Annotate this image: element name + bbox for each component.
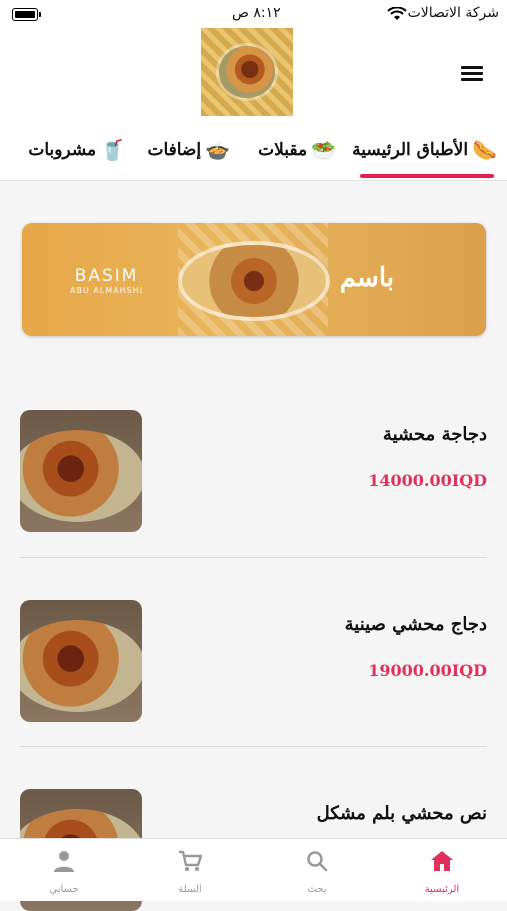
restaurant-logo	[201, 28, 293, 116]
restaurant-banner: BASIM ABU ALMAHSHI باسم	[22, 223, 486, 336]
divider	[20, 746, 487, 747]
nav-cart-label: السلة	[178, 884, 202, 895]
cart-icon	[179, 850, 203, 871]
nav-account[interactable]: حسابي	[24, 839, 104, 899]
salad-icon: 🥗	[311, 138, 336, 162]
product-card[interactable]: دجاجة محشية 14000.00IQD	[20, 410, 487, 532]
carrier-label: شركة الاتصالات	[407, 5, 499, 21]
cup-icon: 🥤	[100, 138, 125, 162]
nav-search-label: بحث	[307, 884, 327, 895]
status-bar: شركة الاتصالات ٨:١٢ ص	[0, 0, 507, 28]
product-name: نص محشي بلم مشكل	[316, 803, 487, 824]
nav-account-label: حسابي	[49, 884, 79, 895]
tab-label: مشروبات	[28, 140, 97, 160]
banner-brand-en: BASIM ABU ALMAHSHI	[70, 266, 143, 295]
banner-subtitle: ABU ALMAHSHI	[70, 286, 144, 295]
product-image	[20, 410, 142, 532]
home-icon	[431, 851, 453, 871]
banner-food-image	[182, 245, 326, 317]
product-name: دجاجة محشية	[382, 424, 487, 445]
bowl-icon: 🍲	[205, 138, 230, 162]
product-card[interactable]: دجاج محشي صينية 19000.00IQD	[20, 600, 487, 722]
active-tab-indicator	[360, 174, 494, 178]
sausage-icon: 🌭	[472, 138, 497, 162]
app-header	[0, 28, 507, 122]
bottom-navigation: الرئيسية بحث السلة حسابي	[0, 838, 507, 901]
tab-label: الأطباق الرئيسية	[352, 140, 469, 160]
status-time: ٨:١٢ ص	[232, 5, 281, 21]
product-name: دجاج محشي صينية	[344, 614, 487, 635]
category-tabs: 🌭 الأطباق الرئيسية 🥗 مقبلات 🍲 إضافات 🥤 م…	[0, 122, 507, 181]
nav-search[interactable]: بحث	[277, 839, 357, 899]
tab-main-dishes[interactable]: 🌭 الأطباق الرئيسية	[352, 132, 497, 168]
tab-label: إضافات	[147, 140, 202, 160]
tab-drinks[interactable]: 🥤 مشروبات	[28, 132, 125, 168]
product-price: 14000.00IQD	[368, 471, 487, 490]
nav-home-label: الرئيسية	[424, 884, 460, 895]
product-image	[20, 600, 142, 722]
wifi-icon	[387, 7, 407, 20]
nav-home[interactable]: الرئيسية	[402, 839, 482, 899]
tab-label: مقبلات	[258, 140, 308, 160]
nav-cart[interactable]: السلة	[150, 839, 230, 899]
hamburger-menu-icon[interactable]	[461, 63, 483, 81]
battery-icon	[12, 8, 41, 21]
banner-brand-ar: باسم	[339, 263, 394, 293]
banner-title: BASIM	[74, 266, 139, 286]
person-icon	[54, 851, 74, 872]
tab-additions[interactable]: 🍲 إضافات	[147, 132, 230, 168]
product-price: 19000.00IQD	[368, 661, 487, 680]
divider	[20, 557, 487, 558]
tab-appetizers[interactable]: 🥗 مقبلات	[258, 132, 336, 168]
search-icon	[307, 851, 328, 872]
